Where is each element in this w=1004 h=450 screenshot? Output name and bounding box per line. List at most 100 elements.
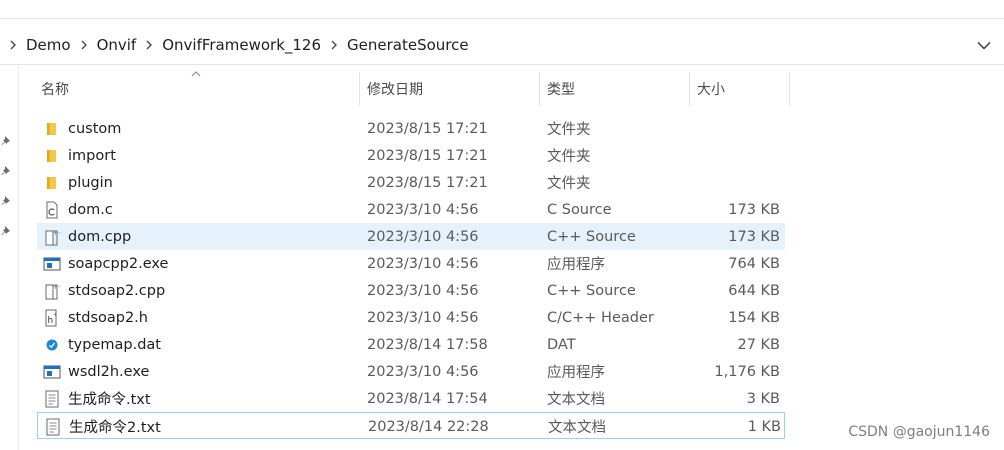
column-header-date[interactable]: 修改日期 <box>360 72 539 106</box>
ribbon-edge <box>0 0 1004 19</box>
cpp-source-file-icon: ++ <box>43 282 61 300</box>
exe-file-icon <box>43 255 61 273</box>
file-date: 2023/8/14 17:58 <box>367 336 488 353</box>
file-name: custom <box>68 120 122 137</box>
file-name: 生成命令2.txt <box>69 420 161 436</box>
cpp-source-file-icon: ++ <box>43 228 61 246</box>
column-header-type[interactable]: 类型 <box>540 72 689 106</box>
file-name: wsdl2h.exe <box>68 363 150 380</box>
file-row[interactable]: typemap.dat 2023/8/14 17:58 DAT 27 KB <box>37 331 785 358</box>
file-type: DAT <box>547 336 576 353</box>
file-size: 154 KB <box>728 309 780 326</box>
file-name-cell: wsdl2h.exe <box>43 358 353 385</box>
file-name: soapcpp2.exe <box>68 255 169 272</box>
file-date: 2023/3/10 4:56 <box>367 309 479 326</box>
file-name-cell: dom.c <box>43 196 353 223</box>
file-type: 文本文档 <box>547 392 605 408</box>
file-name: 生成命令.txt <box>68 392 151 408</box>
file-name: stdsoap2.cpp <box>68 282 166 299</box>
file-date: 2023/3/10 4:56 <box>367 201 479 218</box>
file-name-cell: soapcpp2.exe <box>43 250 353 277</box>
chevron-right-icon[interactable] <box>142 40 156 50</box>
file-size <box>692 115 780 142</box>
chevron-right-icon[interactable] <box>77 40 91 50</box>
file-list: custom 2023/8/15 17:21 文件夹 import 2023/8/15 … <box>37 115 787 439</box>
file-row[interactable]: custom 2023/8/15 17:21 文件夹 <box>37 115 785 142</box>
file-row[interactable]: import 2023/8/15 17:21 文件夹 <box>37 142 785 169</box>
file-name: dom.cpp <box>68 228 132 245</box>
file-size: 1 KB <box>747 418 781 435</box>
column-header-name[interactable]: 名称 <box>34 72 359 106</box>
file-name-cell: typemap.dat <box>43 331 353 358</box>
file-size: 1,176 KB <box>714 363 780 380</box>
file-type: 应用程序 <box>547 257 605 273</box>
file-type: C++ Source <box>547 282 636 299</box>
file-date: 2023/8/15 17:21 <box>367 174 488 191</box>
file-size: 644 KB <box>728 282 780 299</box>
file-type: C/C++ Header <box>547 309 654 326</box>
exe-file-icon <box>43 363 61 381</box>
breadcrumb-item-demo[interactable]: Demo <box>20 36 77 54</box>
file-name-cell: h + stdsoap2.h <box>43 304 353 331</box>
address-bar[interactable]: Demo Onvif OnvifFramework_126 GenerateSo… <box>0 26 1004 65</box>
file-size: 27 KB <box>737 336 780 353</box>
text-file-icon <box>43 390 61 408</box>
column-divider[interactable] <box>789 72 790 106</box>
folder-icon <box>43 174 61 192</box>
file-type: 文件夹 <box>547 122 591 138</box>
text-file-icon <box>44 418 62 436</box>
folder-icon <box>43 147 61 165</box>
file-type: 应用程序 <box>547 365 605 381</box>
svg-text:++: ++ <box>53 230 60 237</box>
breadcrumb-item-onvifframework[interactable]: OnvifFramework_126 <box>156 36 327 54</box>
c-source-file-icon <box>43 201 61 219</box>
file-row[interactable]: wsdl2h.exe 2023/3/10 4:56 应用程序 1,176 KB <box>37 358 785 385</box>
svg-text:++: ++ <box>53 284 60 291</box>
file-name-cell: 生成命令.txt <box>43 385 353 412</box>
chevron-right-icon[interactable] <box>327 40 341 50</box>
file-row[interactable]: dom.c 2023/3/10 4:56 C Source 173 KB <box>37 196 785 223</box>
file-date: 2023/8/14 17:54 <box>367 390 488 407</box>
watermark: CSDN @gaojun1146 <box>848 424 990 440</box>
svg-text:+: + <box>53 312 57 318</box>
file-size: 173 KB <box>728 201 780 218</box>
pin-icon[interactable] <box>0 222 14 236</box>
file-name-cell: custom <box>43 115 353 142</box>
file-row[interactable]: ++ dom.cpp 2023/3/10 4:56 C++ Source 173 KB <box>37 223 785 250</box>
file-date: 2023/8/15 17:21 <box>367 120 488 137</box>
navigation-pane-edge <box>0 66 19 450</box>
file-name-cell: ++ stdsoap2.cpp <box>43 277 353 304</box>
file-row[interactable]: soapcpp2.exe 2023/3/10 4:56 应用程序 764 KB <box>37 250 785 277</box>
file-type: C Source <box>547 201 612 218</box>
file-name: plugin <box>68 174 113 191</box>
folder-icon <box>43 120 61 138</box>
file-name: typemap.dat <box>68 336 161 353</box>
file-size: 3 KB <box>746 390 780 407</box>
pin-icon[interactable] <box>0 132 14 146</box>
file-name: import <box>68 147 116 164</box>
file-size: 173 KB <box>728 228 780 245</box>
header-file-icon: h + <box>43 309 61 327</box>
file-name-cell: plugin <box>43 169 353 196</box>
file-name: dom.c <box>68 201 113 218</box>
file-name-cell: ++ dom.cpp <box>43 223 353 250</box>
file-date: 2023/8/15 17:21 <box>367 147 488 164</box>
file-name-cell: 生成命令2.txt <box>44 413 354 440</box>
file-row[interactable]: h + stdsoap2.h 2023/3/10 4:56 C/C++ Header 15… <box>37 304 785 331</box>
pin-icon[interactable] <box>0 162 14 176</box>
breadcrumb-item-generatesource[interactable]: GenerateSource <box>341 36 475 54</box>
dat-file-icon <box>43 336 61 354</box>
file-row[interactable]: ++ stdsoap2.cpp 2023/3/10 4:56 C++ Source 64… <box>37 277 785 304</box>
file-row[interactable]: 生成命令.txt 2023/8/14 17:54 文本文档 3 KB <box>37 385 785 412</box>
file-row[interactable]: 生成命令2.txt 2023/8/14 22:28 文本文档 1 KB <box>37 412 785 439</box>
file-row[interactable]: plugin 2023/8/15 17:21 文件夹 <box>37 169 785 196</box>
chevron-right-icon[interactable] <box>6 40 20 50</box>
chevron-down-icon[interactable] <box>974 36 994 54</box>
pin-icon[interactable] <box>0 192 14 206</box>
breadcrumb-item-onvif[interactable]: Onvif <box>91 36 143 54</box>
file-type: C++ Source <box>547 228 636 245</box>
file-name: stdsoap2.h <box>68 309 148 326</box>
file-type: 文件夹 <box>547 149 591 165</box>
file-date: 2023/3/10 4:56 <box>367 228 479 245</box>
column-header-size[interactable]: 大小 <box>690 72 789 106</box>
